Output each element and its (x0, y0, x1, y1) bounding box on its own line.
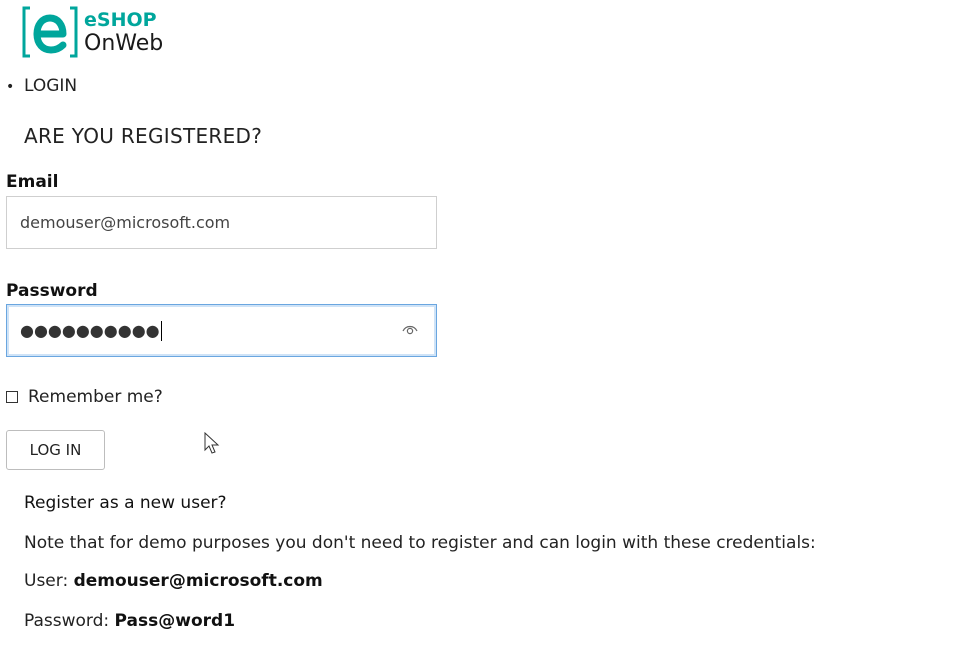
email-value: demouser@microsoft.com (20, 213, 231, 232)
eye-icon[interactable] (402, 323, 418, 337)
demo-password: Password: Pass@word1 (24, 611, 235, 631)
breadcrumb-login: LOGIN (24, 76, 78, 96)
password-field[interactable]: ●●●●●●●●●● (6, 304, 437, 357)
password-label: Password (6, 281, 98, 301)
logo-mark-icon (22, 6, 78, 58)
register-link[interactable]: Register as a new user? (24, 493, 227, 513)
demo-password-prefix: Password: (24, 611, 115, 631)
remember-me-label: Remember me? (28, 387, 163, 407)
mouse-pointer-icon (204, 432, 220, 454)
demo-user-value: demouser@microsoft.com (73, 571, 323, 591)
login-button[interactable]: LOG IN (6, 430, 105, 470)
text-caret (160, 320, 162, 341)
email-field[interactable]: demouser@microsoft.com (6, 196, 437, 249)
email-label: Email (6, 172, 59, 192)
remember-me[interactable]: Remember me? (6, 387, 163, 407)
login-page: eSHOP OnWeb • LOGIN ARE YOU REGISTERED? E… (0, 0, 975, 662)
demo-note: Note that for demo purposes you don't ne… (24, 533, 816, 553)
password-masked-value: ●●●●●●●●●● (20, 321, 160, 340)
breadcrumb-bullet: • (6, 79, 15, 95)
demo-user: User: demouser@microsoft.com (24, 571, 323, 591)
logo-text-eshop: eSHOP (84, 9, 157, 31)
remember-me-checkbox[interactable] (6, 391, 18, 403)
breadcrumb: • LOGIN (6, 76, 77, 96)
logo-text-onweb: OnWeb (84, 31, 164, 56)
demo-password-value: Pass@word1 (114, 611, 236, 631)
demo-user-prefix: User: (24, 571, 74, 591)
page-title: ARE YOU REGISTERED? (24, 124, 263, 148)
eshop-logo[interactable]: eSHOP OnWeb (22, 4, 192, 60)
